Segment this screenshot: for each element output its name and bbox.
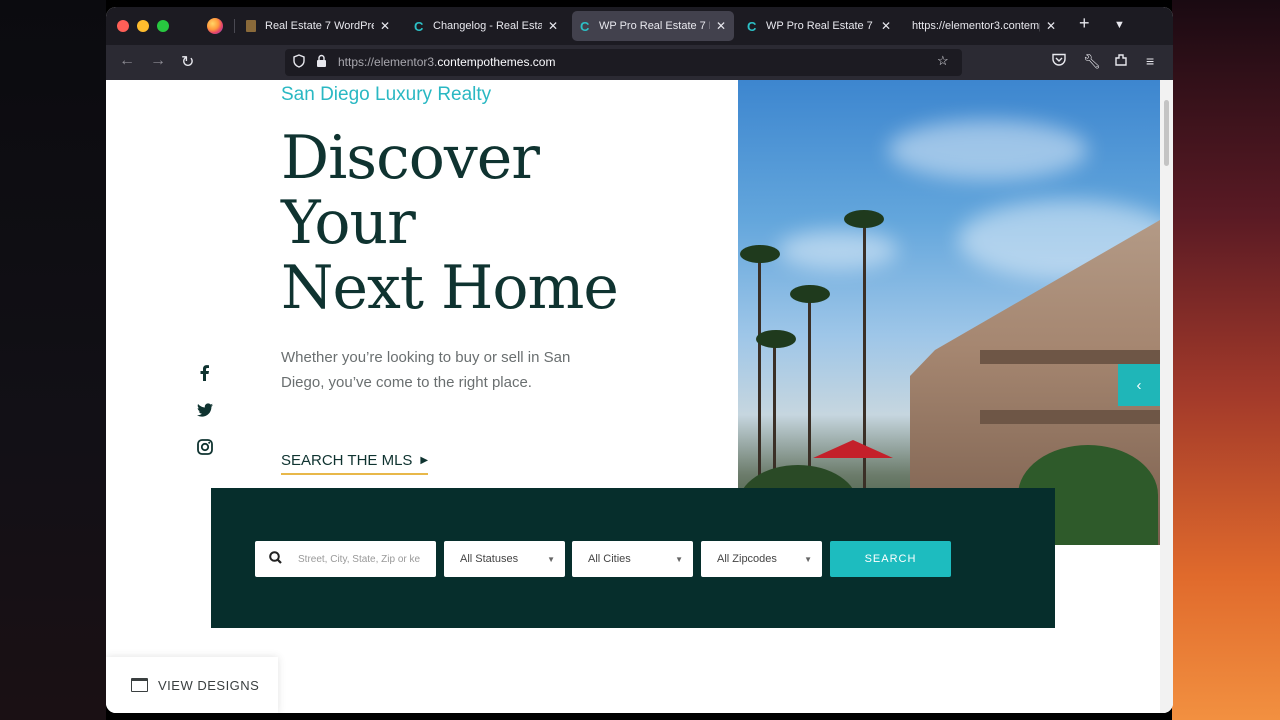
maximize-window-button[interactable] — [157, 20, 169, 32]
view-designs-button[interactable]: VIEW DESIGNS — [106, 657, 278, 713]
extensions-icon[interactable] — [1114, 53, 1128, 70]
url-domain: contempothemes.com — [437, 55, 556, 69]
close-icon[interactable]: ✕ — [716, 19, 726, 33]
pocket-icon[interactable] — [1052, 53, 1066, 69]
chevron-left-icon: ‹ — [1136, 376, 1142, 394]
c-logo-icon: C — [580, 18, 590, 34]
search-input-placeholder: Street, City, State, Zip or ke — [298, 553, 421, 565]
navigation-bar: ← → ↻ https://elementor3.contempothemes.… — [106, 45, 1173, 80]
close-icon[interactable]: ✕ — [548, 19, 558, 33]
city-select-value: All Cities — [588, 553, 631, 565]
location-search-field[interactable]: Street, City, State, Zip or ke — [255, 541, 436, 577]
slider-prev-button[interactable]: ‹ — [1118, 364, 1160, 406]
new-tab-plus-icon[interactable]: + — [1079, 13, 1090, 34]
reload-icon[interactable]: ↻ — [181, 52, 194, 72]
url-prefix: https://elementor3. — [338, 55, 438, 69]
tab-elementor3[interactable]: https://elementor3.contempo ✕ — [904, 11, 1064, 41]
c-logo-icon: C — [747, 18, 757, 34]
browser-window-icon — [131, 678, 148, 692]
c-logo-icon: C — [414, 18, 424, 34]
close-icon[interactable]: ✕ — [881, 19, 891, 33]
search-icon — [269, 551, 282, 567]
tab-label: WP Pro Real Estate 7 Pre — [766, 20, 875, 32]
lock-icon[interactable] — [316, 54, 327, 71]
back-arrow-icon[interactable]: ← — [119, 52, 135, 70]
tab-changelog[interactable]: C Changelog - Real Estate ✕ — [406, 11, 566, 41]
eyebrow-text: San Diego Luxury Realty — [281, 84, 492, 105]
tab-list-chevron-icon[interactable]: ▼ — [1114, 19, 1125, 31]
headline-line: Next Home — [281, 253, 619, 323]
search-mls-link[interactable]: SEARCH THE MLS ▶ — [281, 452, 429, 475]
tab-real-estate-7[interactable]: Real Estate 7 WordPress ✕ — [238, 11, 398, 41]
twitter-icon[interactable] — [196, 401, 214, 419]
tab-wp-pro-active[interactable]: C WP Pro Real Estate 7 Pre ✕ — [572, 11, 734, 41]
close-window-button[interactable] — [117, 20, 129, 32]
desktop-wallpaper-right — [1172, 0, 1280, 720]
url-text[interactable]: https://elementor3.contempothemes.com — [338, 55, 555, 69]
scrollbar-thumb[interactable] — [1164, 100, 1169, 166]
chevron-down-icon: ▼ — [675, 554, 683, 564]
browser-window: Real Estate 7 WordPress ✕ C Changelog - … — [106, 7, 1173, 713]
headline-line: Your — [281, 188, 416, 258]
tab-label: https://elementor3.contempo — [912, 20, 1040, 32]
minimize-window-button[interactable] — [137, 20, 149, 32]
close-icon[interactable]: ✕ — [380, 19, 390, 33]
tab-label: Real Estate 7 WordPress — [265, 20, 374, 32]
hamburger-menu-icon[interactable]: ≡ — [1146, 53, 1154, 69]
shield-icon[interactable] — [293, 54, 305, 71]
city-select[interactable]: All Cities ▼ — [572, 541, 693, 577]
desktop-wallpaper-left — [0, 0, 106, 720]
chevron-down-icon: ▼ — [804, 554, 812, 564]
document-icon — [246, 20, 256, 32]
instagram-icon[interactable] — [196, 438, 214, 456]
search-button[interactable]: SEARCH — [830, 541, 951, 577]
status-select-value: All Statuses — [460, 553, 519, 565]
forward-arrow-icon[interactable]: → — [150, 52, 166, 70]
firefox-view-icon[interactable] — [207, 18, 223, 34]
tab-bar: Real Estate 7 WordPress ✕ C Changelog - … — [106, 7, 1173, 45]
zipcode-select[interactable]: All Zipcodes ▼ — [701, 541, 822, 577]
tab-wp-pro[interactable]: C WP Pro Real Estate 7 Pre ✕ — [739, 11, 899, 41]
hero-subline: Whether you’re looking to buy or sell in… — [281, 349, 571, 391]
hero-headline: Discover Your Next Home — [281, 126, 681, 321]
cta-label: SEARCH THE MLS — [281, 452, 413, 469]
wrench-icon[interactable]: 🔧︎ — [1083, 53, 1101, 70]
address-bar[interactable]: https://elementor3.contempothemes.com ☆ — [285, 49, 962, 76]
zipcode-select-value: All Zipcodes — [717, 553, 777, 565]
chevron-down-icon: ▼ — [547, 554, 555, 564]
web-page: San Diego Luxury Realty Discover Your Ne… — [106, 80, 1173, 713]
page-scrollbar[interactable] — [1160, 80, 1173, 713]
caret-right-icon: ▶ — [420, 455, 429, 466]
headline-line: Discover — [281, 123, 540, 193]
status-select[interactable]: All Statuses ▼ — [444, 541, 565, 577]
tab-label: Changelog - Real Estate — [433, 20, 542, 32]
close-icon[interactable]: ✕ — [1046, 19, 1056, 33]
property-search-panel: Street, City, State, Zip or ke All Statu… — [211, 488, 1055, 628]
hero-photo — [738, 80, 1160, 545]
tab-label: WP Pro Real Estate 7 Pre — [599, 20, 710, 32]
tab-separator — [234, 19, 235, 33]
view-designs-label: VIEW DESIGNS — [158, 677, 260, 693]
bookmark-star-icon[interactable]: ☆ — [937, 53, 949, 69]
facebook-icon[interactable] — [196, 364, 214, 382]
